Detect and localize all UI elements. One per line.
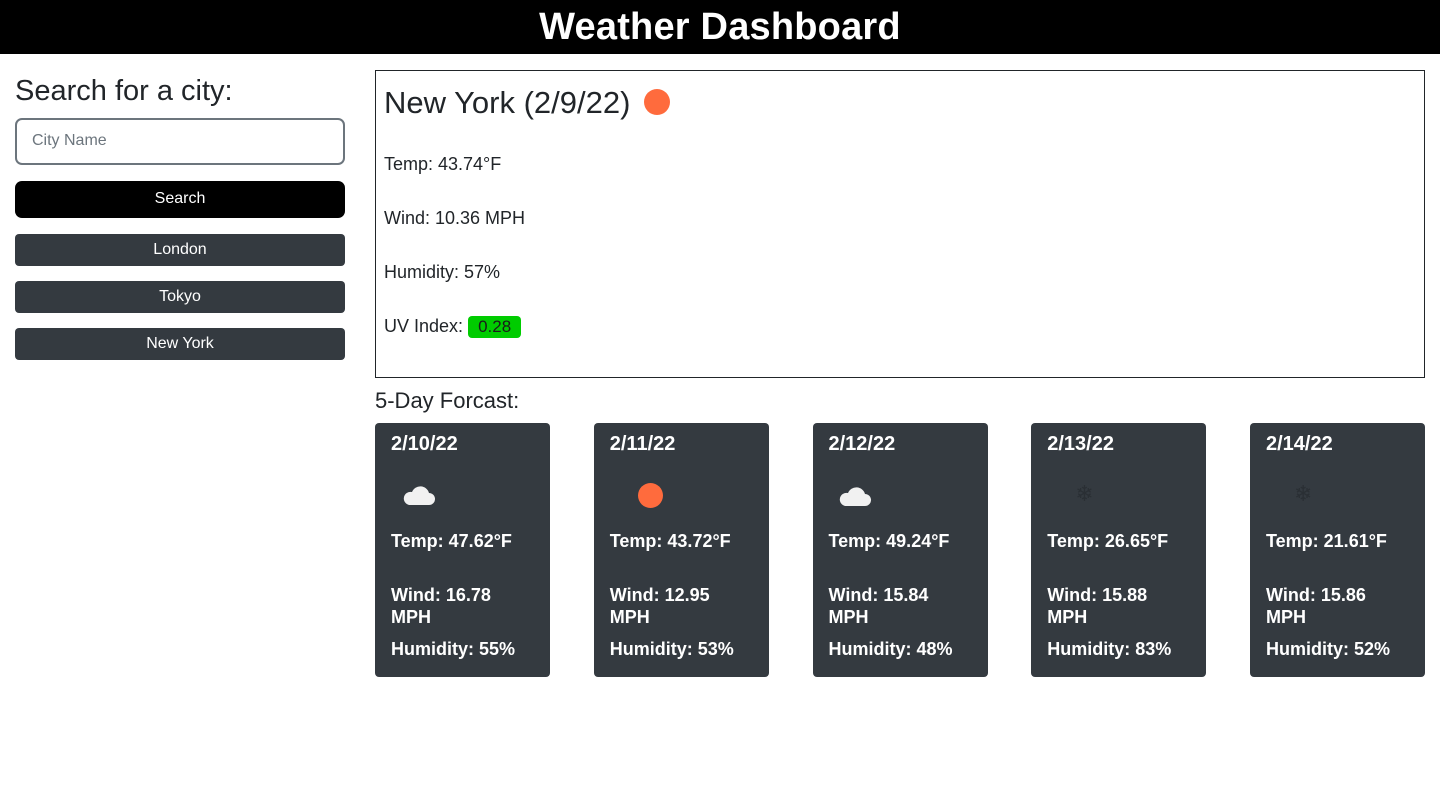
forecast-humidity: Humidity: 55% — [391, 639, 516, 659]
forecast-temp: Temp: 43.72°F — [609, 531, 731, 551]
page-title: Weather Dashboard — [539, 6, 901, 48]
current-wind: Wind: 10.36 MPH — [384, 208, 526, 228]
current-temp: Temp: 43.74°F — [384, 154, 502, 174]
forecast-heading: 5-Day Forcast: — [375, 388, 520, 413]
search-heading: Search for a city: — [15, 75, 233, 107]
forecast-temp: Temp: 21.61°F — [1266, 531, 1387, 551]
forecast-wind: Wind: 15.84 MPH — [828, 585, 929, 627]
current-uv: UV Index: 0.28 — [384, 315, 1416, 338]
uv-label: UV Index: — [384, 316, 464, 336]
sun-icon — [637, 483, 663, 508]
sun-icon — [644, 89, 671, 115]
forecast-humidity: Humidity: 48% — [828, 639, 953, 659]
forecast-date: 2/13/22 — [1047, 433, 1114, 455]
current-weather-header: New York (2/9/22) — [384, 83, 1416, 121]
cloudy-moon-icon — [839, 487, 873, 506]
forecast-card: 2/11/22 Temp: 43.72°F Wind: 12.95 MPH Hu… — [593, 423, 769, 677]
forecast-card: 2/13/22 ❄ Temp: 26.65°F Wind: 15.88 MPH … — [1031, 423, 1207, 677]
forecast-humidity: Humidity: 83% — [1047, 639, 1172, 659]
forecast-humidity: Humidity: 53% — [609, 639, 734, 659]
forecast-humidity: Humidity: 52% — [1266, 639, 1391, 659]
history-button-tokyo[interactable]: Tokyo — [15, 280, 345, 313]
forecast-card: 2/14/22 ❄ Temp: 21.61°F Wind: 15.86 MPH … — [1250, 423, 1425, 677]
forecast-wind: Wind: 12.95 MPH — [609, 585, 710, 627]
forecast-date: 2/12/22 — [828, 433, 896, 455]
current-city-date: New York (2/9/22) — [384, 84, 631, 120]
forecast-wind: Wind: 15.86 MPH — [1266, 585, 1366, 627]
forecast-card: 2/12/22 Temp: 49.24°F Wind: 15.84 MPH Hu… — [812, 423, 988, 677]
history-button-london[interactable]: London — [15, 233, 345, 266]
forecast-date: 2/10/22 — [391, 433, 458, 455]
app-header: Weather Dashboard — [0, 0, 1440, 54]
current-weather-panel: New York (2/9/22) Temp: 43.74°F Wind: 10… — [375, 70, 1425, 378]
forecast-date: 2/14/22 — [1266, 433, 1333, 455]
forecast-temp: Temp: 47.62°F — [391, 531, 512, 551]
history-button-new-york[interactable]: New York — [15, 327, 345, 360]
cloud-icon — [403, 486, 435, 505]
forecast-temp: Temp: 49.24°F — [828, 531, 950, 551]
snowflake-icon: ❄ — [1075, 481, 1094, 506]
forecast-wind: Wind: 15.88 MPH — [1047, 585, 1148, 627]
city-search-input[interactable] — [15, 117, 345, 165]
search-button[interactable]: Search — [15, 180, 345, 218]
uv-index-badge: 0.28 — [468, 316, 522, 338]
forecast-date: 2/11/22 — [609, 433, 676, 455]
forecast-cards: 2/10/22 Temp: 47.62°F Wind: 16.78 MPH Hu… — [375, 423, 1425, 677]
current-humidity: Humidity: 57% — [384, 262, 501, 282]
forecast-card: 2/10/22 Temp: 47.62°F Wind: 16.78 MPH Hu… — [375, 423, 550, 677]
forecast-wind: Wind: 16.78 MPH — [391, 585, 491, 627]
snowflake-icon: ❄ — [1294, 481, 1313, 506]
forecast-temp: Temp: 26.65°F — [1047, 531, 1169, 551]
search-sidebar: Search for a city: Search London Tokyo N… — [15, 70, 345, 375]
search-history: London Tokyo New York — [15, 233, 345, 360]
